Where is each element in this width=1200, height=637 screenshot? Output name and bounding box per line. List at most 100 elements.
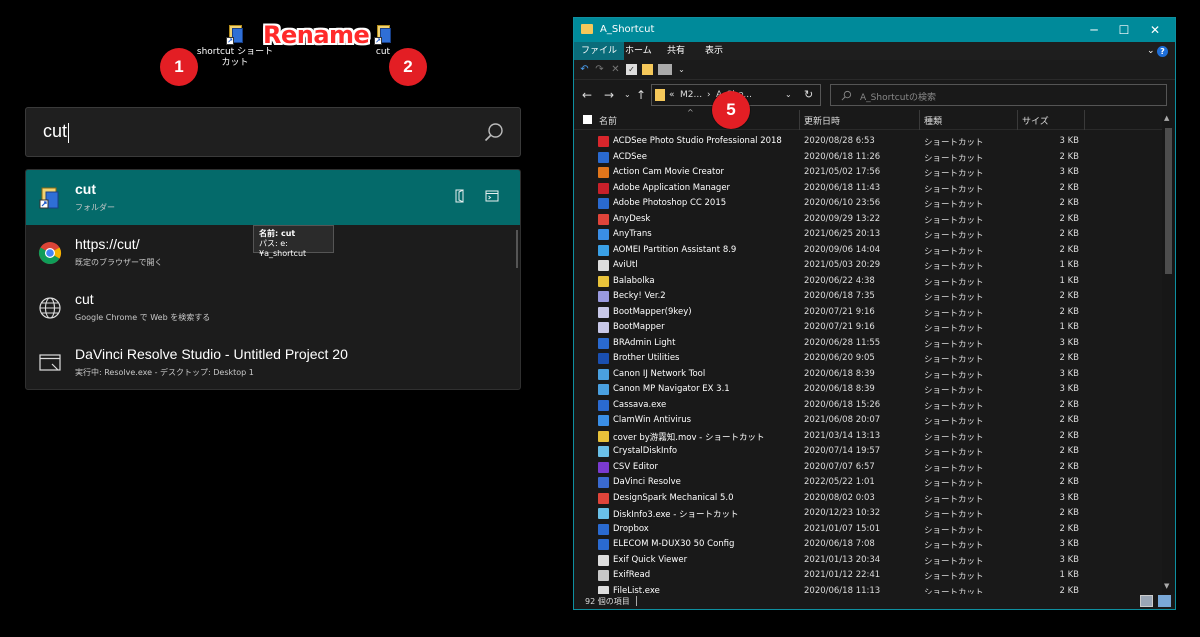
file-row[interactable]: BootMapper 2020/07/21 9:16 ショートカット 1 KB (574, 320, 1162, 336)
file-name: AviUtl (613, 260, 638, 270)
file-name: ClamWin Antivirus (613, 415, 692, 425)
refresh-icon[interactable]: ↻ (804, 88, 813, 101)
result-item[interactable]: cut フォルダー (26, 170, 520, 225)
help-icon[interactable]: ? (1157, 42, 1168, 60)
result-item[interactable]: cut Google Chrome で Web を検索する (26, 280, 520, 335)
file-name: DesignSpark Mechanical 5.0 (613, 492, 734, 503)
file-row[interactable]: Cassava.exe 2020/06/18 15:26 ショートカット 2 KB (574, 398, 1162, 414)
column-divider[interactable] (919, 110, 920, 130)
file-date: 2020/06/18 8:39 (804, 368, 875, 379)
search-input[interactable]: cut (43, 121, 67, 142)
file-row[interactable]: BRAdmin Light 2020/06/28 11:55 ショートカット 3 KB (574, 336, 1162, 352)
address-overflow[interactable]: « (669, 90, 675, 100)
column-divider[interactable] (799, 110, 800, 130)
properties-icon[interactable]: ✓ (626, 64, 637, 75)
up-arrow-icon[interactable]: ↑ (636, 88, 646, 102)
file-date: 2020/06/18 11:26 (804, 151, 881, 162)
scroll-down-icon[interactable]: ▼ (1164, 582, 1169, 590)
address-dropdown-icon[interactable]: ⌄ (785, 90, 792, 99)
maximize-icon[interactable]: ☐ (1116, 22, 1132, 38)
recent-chevron-icon[interactable]: ⌄ (624, 90, 631, 99)
tab-share[interactable]: 共有 (660, 42, 692, 60)
rename-title: Rename (263, 21, 370, 49)
file-row[interactable]: AviUtl 2021/05/03 20:29 ショートカット 1 KB (574, 258, 1162, 274)
column-size[interactable]: サイズ (1022, 114, 1049, 127)
file-row[interactable]: ACDSee 2020/06/18 11:26 ショートカット 2 KB (574, 150, 1162, 166)
file-row[interactable]: Action Cam Movie Creator 2021/05/02 17:56… (574, 165, 1162, 181)
column-date[interactable]: 更新日時 (804, 114, 840, 127)
file-row[interactable]: ACDSee Photo Studio Professional 2018 202… (574, 134, 1162, 150)
tab-file[interactable]: ファイル (574, 42, 625, 60)
file-row[interactable]: Balabolka 2020/06/22 4:38 ショートカット 1 KB (574, 274, 1162, 290)
file-row[interactable]: ELECOM M-DUX30 50 Config 2020/06/18 7:08 シ… (574, 537, 1162, 553)
rename-icon[interactable] (658, 64, 672, 75)
file-row[interactable]: Adobe Application Manager 2020/06/18 11:4… (574, 181, 1162, 197)
file-row[interactable]: Canon IJ Network Tool 2020/06/18 8:39 ショート… (574, 367, 1162, 383)
file-row[interactable]: DaVinci Resolve 2022/05/22 1:01 ショートカット 2 K… (574, 475, 1162, 491)
file-size: 2 KB (1059, 523, 1079, 534)
file-row[interactable]: DesignSpark Mechanical 5.0 2020/08/02 0:0… (574, 491, 1162, 507)
redo-icon[interactable]: ↷ (594, 64, 605, 75)
file-row[interactable]: ClamWin Antivirus 2021/06/08 20:07 ショートカット… (574, 413, 1162, 429)
file-row[interactable]: CrystalDiskInfo 2020/07/14 19:57 ショートカット 2 … (574, 444, 1162, 460)
titlebar[interactable]: A_Shortcut ─ ☐ ✕ (574, 18, 1175, 42)
file-row[interactable]: DiskInfo3.exe - ショートカット 2020/12/23 10:32 シ… (574, 506, 1162, 522)
file-row[interactable]: ExifRead 2021/01/12 22:41 ショートカット 1 KB (574, 568, 1162, 584)
file-row[interactable]: cover by游霧知.mov - ショートカット 2021/03/14 13:1… (574, 429, 1162, 445)
file-row[interactable]: AOMEI Partition Assistant 8.9 2020/09/06 … (574, 243, 1162, 259)
column-type[interactable]: 種類 (924, 114, 942, 127)
file-type: ショートカット (924, 432, 984, 443)
explorer-search-input[interactable]: A_Shortcutの検索 (830, 84, 1167, 106)
customize-toolbar-icon[interactable]: ⌄ (676, 64, 687, 75)
file-row[interactable]: FileList.exe 2020/06/18 11:13 ショートカット 2 KB (574, 584, 1162, 595)
new-folder-icon[interactable] (642, 64, 653, 75)
forward-arrow-icon[interactable]: → (604, 88, 614, 102)
delete-icon[interactable]: ✕ (610, 64, 621, 75)
file-size: 1 KB (1059, 275, 1079, 286)
file-row[interactable]: Dropbox 2021/01/07 15:01 ショートカット 2 KB (574, 522, 1162, 538)
file-row[interactable]: CSV Editor 2020/07/07 6:57 ショートカット 2 KB (574, 460, 1162, 476)
tab-view[interactable]: 表示 (698, 42, 730, 60)
file-type: ショートカット (924, 525, 984, 536)
search-icon[interactable] (484, 122, 504, 142)
file-row[interactable]: Brother Utilities 2020/06/20 9:05 ショートカット 2… (574, 351, 1162, 367)
launcher-search-box[interactable]: cut (25, 107, 521, 157)
column-name[interactable]: 名前 (599, 114, 617, 127)
scroll-up-icon[interactable]: ▲ (1164, 114, 1169, 122)
file-name: Exif Quick Viewer (613, 554, 688, 565)
file-row[interactable]: AnyDesk 2020/09/29 13:22 ショートカット 2 KB (574, 212, 1162, 228)
column-divider[interactable] (1017, 110, 1018, 130)
results-scrollbar[interactable] (516, 230, 518, 268)
address-segment[interactable]: M2... (680, 90, 702, 100)
file-size: 2 KB (1059, 585, 1079, 595)
file-row[interactable]: Exif Quick Viewer 2021/01/13 20:34 ショートカット… (574, 553, 1162, 569)
open-folder-icon[interactable] (454, 189, 468, 203)
file-size: 1 KB (1059, 570, 1079, 580)
result-subtitle: 既定のブラウザーで開く (75, 258, 163, 267)
app-shortcut-icon (598, 167, 609, 178)
minimize-icon[interactable]: ─ (1086, 22, 1102, 38)
file-row[interactable]: Canon MP Navigator EX 3.1 2020/06/18 8:39… (574, 382, 1162, 398)
file-row[interactable]: AnyTrans 2021/06/25 20:13 ショートカット 2 KB (574, 227, 1162, 243)
file-row[interactable]: Becky! Ver.2 2020/06/18 7:35 ショートカット 2 KB (574, 289, 1162, 305)
column-divider[interactable] (1084, 110, 1085, 130)
file-date: 2021/06/08 20:07 (804, 415, 881, 425)
details-view-icon[interactable] (1140, 595, 1153, 607)
vertical-scrollbar[interactable]: ▲ ▼ (1162, 110, 1175, 594)
status-divider (636, 596, 637, 606)
scroll-thumb[interactable] (1165, 128, 1172, 274)
app-shortcut-icon (598, 306, 609, 318)
file-row[interactable]: BootMapper(9key) 2020/07/21 9:16 ショートカット 2 … (574, 305, 1162, 321)
tab-home[interactable]: ホーム (618, 42, 659, 60)
undo-icon[interactable]: ↶ (579, 64, 590, 75)
tiles-view-icon[interactable] (1158, 595, 1171, 607)
file-date: 2020/06/18 8:39 (804, 384, 875, 394)
back-arrow-icon[interactable]: ← (582, 88, 592, 102)
file-row[interactable]: Adobe Photoshop CC 2015 2020/06/10 23:56 シ… (574, 196, 1162, 212)
open-terminal-icon[interactable] (485, 189, 499, 203)
close-icon[interactable]: ✕ (1147, 22, 1163, 38)
file-name: DaVinci Resolve (613, 477, 681, 487)
result-item[interactable]: DaVinci Resolve Studio - Untitled Projec… (26, 335, 520, 389)
select-all-checkbox[interactable] (583, 115, 592, 124)
file-type: ショートカット (924, 401, 984, 412)
